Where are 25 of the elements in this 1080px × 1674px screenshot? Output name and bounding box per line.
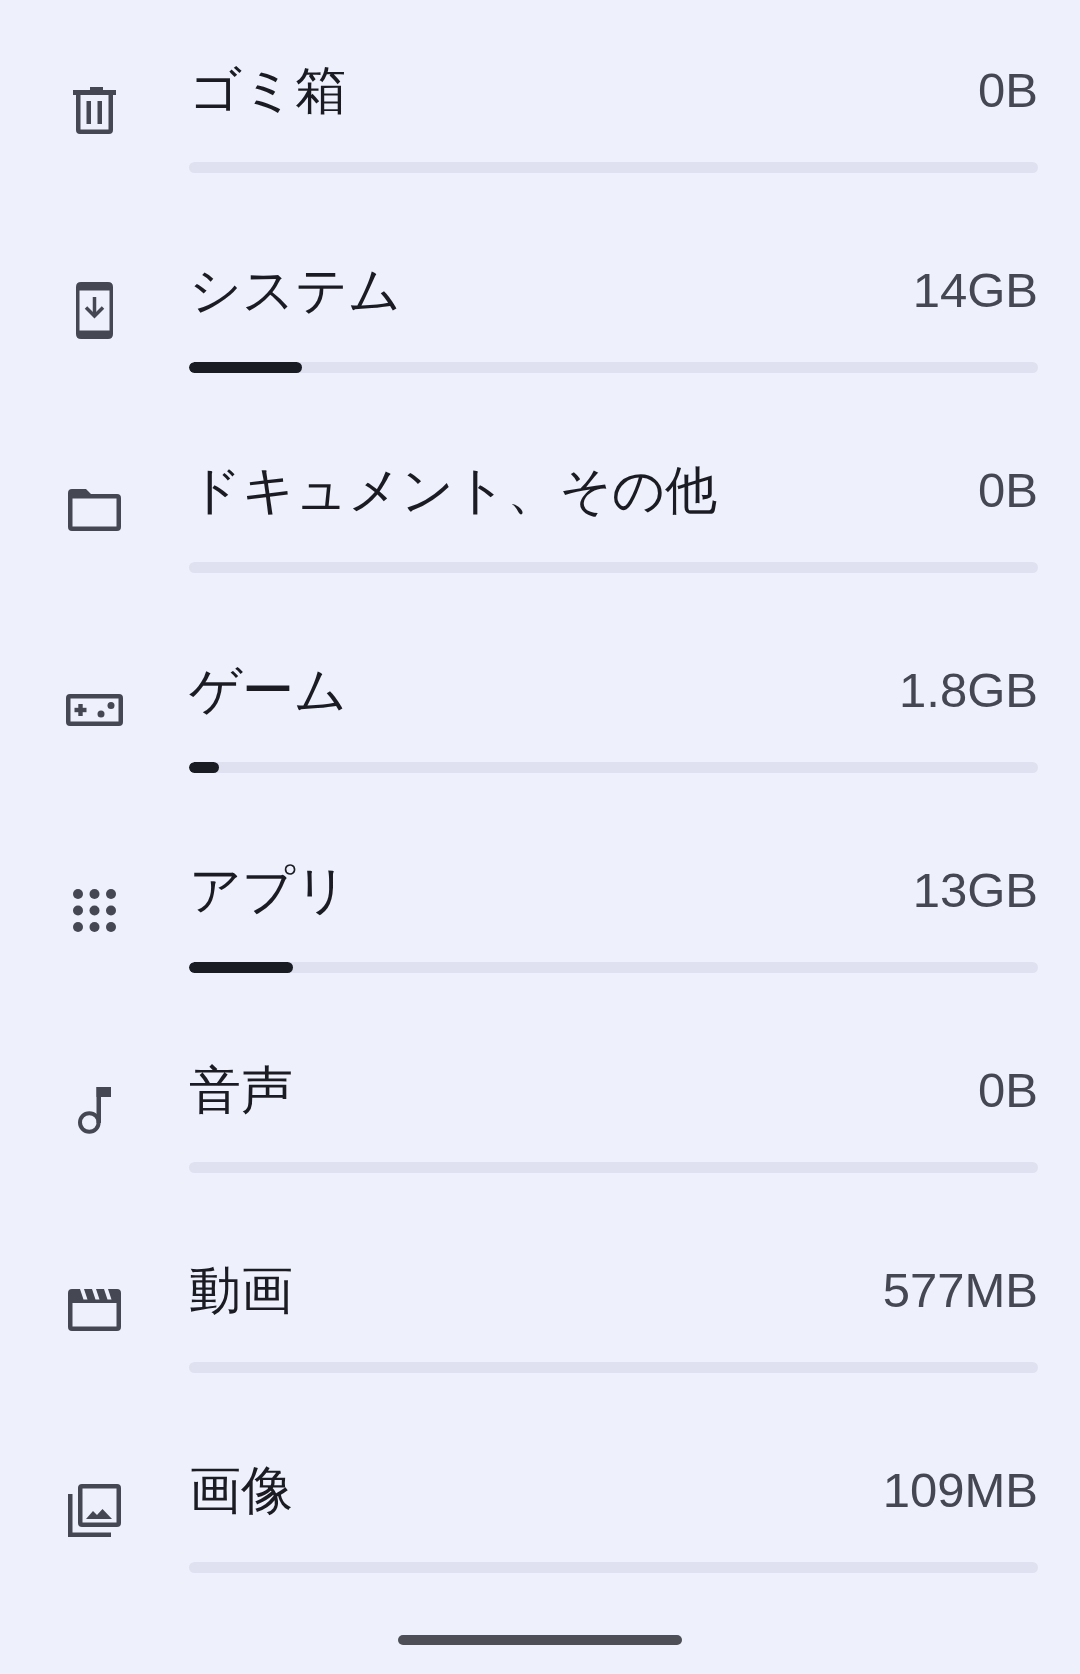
size-value: 1.8GB — [899, 662, 1038, 719]
home-indicator[interactable] — [398, 1635, 682, 1645]
music-note-icon — [78, 1086, 111, 1134]
phone-download-icon — [76, 281, 113, 339]
size-value: 0B — [978, 462, 1038, 519]
category-label: 音声 — [189, 1059, 293, 1122]
image-stack-icon — [68, 1483, 121, 1537]
category-label: ゲーム — [189, 659, 347, 722]
category-label: 画像 — [189, 1459, 293, 1522]
folder-icon — [68, 489, 121, 531]
size-value: 0B — [978, 1062, 1038, 1119]
category-label: アプリ — [189, 859, 348, 922]
size-value: 109MB — [882, 1462, 1038, 1519]
category-label: システム — [189, 259, 401, 322]
size-value: 0B — [978, 62, 1038, 119]
gamepad-icon — [66, 694, 123, 726]
size-value: 13GB — [912, 862, 1038, 919]
clapperboard-icon — [68, 1289, 121, 1331]
category-label: ドキュメント、その他 — [189, 459, 717, 522]
size-value: 14GB — [912, 262, 1038, 319]
dot-grid-icon — [73, 888, 116, 932]
size-value: 577MB — [882, 1262, 1038, 1319]
trash-icon — [73, 86, 116, 134]
category-label: 動画 — [189, 1259, 293, 1322]
category-label: ゴミ箱 — [189, 59, 347, 122]
